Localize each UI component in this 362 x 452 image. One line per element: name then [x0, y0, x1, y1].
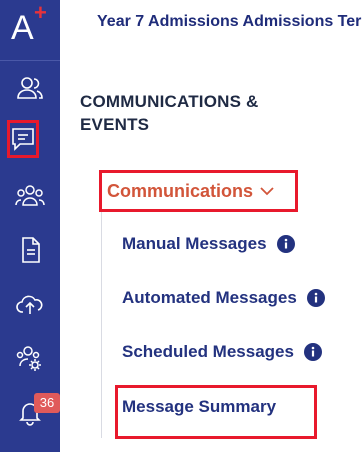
contacts-icon [17, 77, 43, 99]
tree-guide-line [101, 212, 102, 438]
communications-group-label: Communications [107, 181, 254, 201]
sidebar-item-user-settings[interactable] [10, 338, 50, 378]
page-header-title: Year 7 Admissions Admissions Term [97, 13, 362, 30]
app-logo[interactable]: A + [8, 0, 52, 54]
menu-item-label: Manual Messages [122, 234, 267, 253]
logo-letter: A [11, 9, 34, 47]
chat-icon [12, 128, 34, 151]
rail-divider [0, 60, 60, 61]
menu-item-scheduled-messages[interactable]: Scheduled Messages [122, 340, 322, 364]
sidebar-item-communications[interactable] [7, 120, 39, 158]
logo-plus-mark: + [34, 0, 47, 25]
info-icon[interactable] [306, 289, 325, 307]
document-icon [22, 237, 40, 263]
menu-item-label: Automated Messages [122, 288, 297, 307]
sidebar-item-contacts[interactable] [10, 68, 50, 108]
groups-icon [15, 185, 45, 206]
section-heading: COMMUNICATIONS & EVENTS [80, 92, 259, 134]
sidebar-item-documents[interactable] [10, 230, 50, 270]
menu-item-manual-messages[interactable]: Manual Messages [122, 232, 295, 256]
communications-group-toggle[interactable]: Communications [99, 170, 298, 212]
info-icon[interactable] [276, 235, 295, 253]
chevron-down-icon [260, 187, 274, 196]
notification-count-badge: 36 [34, 393, 60, 413]
sidebar-item-uploads[interactable] [10, 284, 50, 324]
sidebar-item-groups[interactable] [10, 176, 50, 216]
user-settings-icon [16, 346, 41, 371]
left-nav-rail: A + 36 [0, 0, 60, 452]
menu-item-automated-messages[interactable]: Automated Messages [122, 286, 325, 310]
menu-item-message-summary[interactable]: Message Summary [122, 395, 276, 419]
cloud-upload-icon [16, 295, 43, 314]
menu-item-label: Scheduled Messages [122, 342, 294, 361]
menu-item-label: Message Summary [122, 397, 277, 416]
info-icon[interactable] [303, 343, 322, 361]
